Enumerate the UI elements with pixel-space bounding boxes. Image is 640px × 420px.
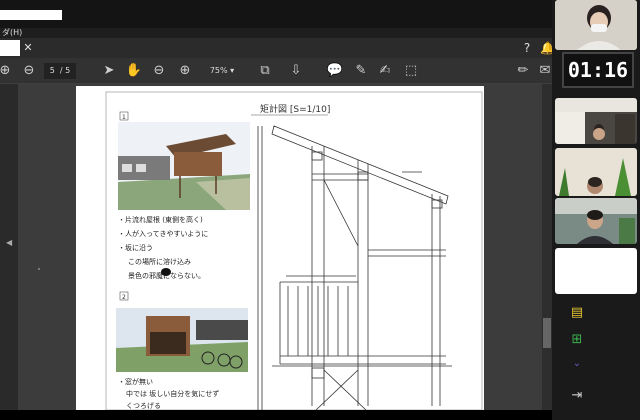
participant-4-video — [555, 198, 637, 244]
stamp-icon[interactable]: ⬚ — [402, 60, 420, 82]
note-2a: ・窓が無い — [118, 377, 153, 386]
render-image-2 — [116, 308, 248, 372]
toolbar — [0, 58, 552, 84]
select-cursor-icon[interactable]: ➤ — [100, 60, 118, 82]
scroll-mode-icon[interactable]: ⇩ — [286, 60, 306, 82]
ink-blot — [161, 268, 171, 276]
note-1d: この場所に溶け込み — [128, 257, 191, 266]
edit-icon[interactable]: ✏ — [514, 60, 532, 82]
video-tile-4[interactable] — [555, 198, 637, 244]
chevron-down-icon[interactable]: ⌄ — [566, 354, 588, 374]
page-number-field[interactable]: 5 / 5 — [44, 63, 76, 79]
zoom-out-icon[interactable]: ⊖ — [150, 60, 168, 82]
screen: ダ(H) ✕ ? 🔔 ⊕ ⊖ 5 / 5 ➤ ✋ ⊖ ⊕ 75% ▾ ⧉ ⇩ 💬… — [0, 0, 640, 420]
pdf-page: 矩計図 [S=1/10] 1 ・片流れ屋根 (東側を高く) ・人が入ってきやすい… — [76, 86, 484, 411]
note-1c: ・坂に沿う — [118, 243, 153, 252]
participant-2-video — [555, 98, 637, 144]
help-icon[interactable]: ? — [518, 39, 536, 57]
video-tile-3[interactable] — [555, 148, 637, 196]
window-title-redacted — [0, 10, 62, 20]
bottom-bar — [0, 410, 640, 420]
cursor-dot — [38, 268, 40, 270]
participant-1-video — [555, 0, 637, 50]
timer-display: 01:16 — [562, 52, 634, 88]
video-tile-1[interactable] — [555, 0, 637, 50]
section-1-num: 1 — [122, 114, 126, 121]
note-2b: 中では 坂しい自分を気にせず — [126, 389, 219, 398]
note-2c: くつろげる — [126, 401, 161, 410]
video-tile-2[interactable] — [555, 98, 637, 144]
drawing-title: 矩計図 [S=1/10] — [260, 103, 330, 115]
page-up-icon[interactable]: ⊕ — [0, 60, 14, 82]
scrollbar-thumb[interactable] — [543, 318, 551, 348]
document-tab[interactable] — [0, 40, 20, 56]
section-2-num: 2 — [122, 294, 126, 301]
draw-icon[interactable]: ✍ — [376, 60, 394, 82]
note-1a: ・片流れ屋根 (東側を高く) — [118, 215, 203, 224]
tab-close-icon[interactable]: ✕ — [22, 40, 34, 56]
tab-row — [0, 38, 552, 58]
window-titlebar — [0, 0, 552, 28]
page-down-icon[interactable]: ⊖ — [20, 60, 38, 82]
participant-3-video — [555, 148, 637, 196]
hand-tool-icon[interactable]: ✋ — [124, 60, 144, 82]
note-1b: ・人が入ってきやすいように — [118, 229, 208, 238]
section-drawing — [257, 125, 452, 411]
drawing-sheet: 矩計図 [S=1/10] 1 ・片流れ屋根 (東側を高く) ・人が入ってきやすい… — [105, 91, 483, 411]
collapse-left-icon[interactable]: ◀ — [6, 238, 12, 247]
fit-page-icon[interactable]: ⧉ — [254, 60, 276, 82]
render-image-1 — [118, 122, 250, 210]
menu-help[interactable]: ダ(H) — [2, 28, 22, 37]
exit-panel-icon[interactable]: ⇥ — [566, 386, 588, 406]
comment-icon[interactable]: 💬 — [326, 60, 344, 82]
apps-icon[interactable]: ⊞ — [566, 330, 588, 350]
mail-icon[interactable]: ✉ — [538, 60, 552, 82]
video-tile-5-blank[interactable] — [555, 248, 637, 294]
left-rail — [0, 84, 18, 410]
vertical-scrollbar[interactable] — [542, 84, 552, 410]
highlight-icon[interactable]: ✎ — [352, 60, 370, 82]
notification-icon[interactable]: 🔔 — [540, 39, 555, 57]
zoom-in-icon[interactable]: ⊕ — [176, 60, 194, 82]
zoom-level[interactable]: 75% ▾ — [202, 63, 242, 79]
menu-bar: ダ(H) — [0, 28, 552, 38]
chat-icon[interactable]: ▤ — [566, 303, 588, 323]
